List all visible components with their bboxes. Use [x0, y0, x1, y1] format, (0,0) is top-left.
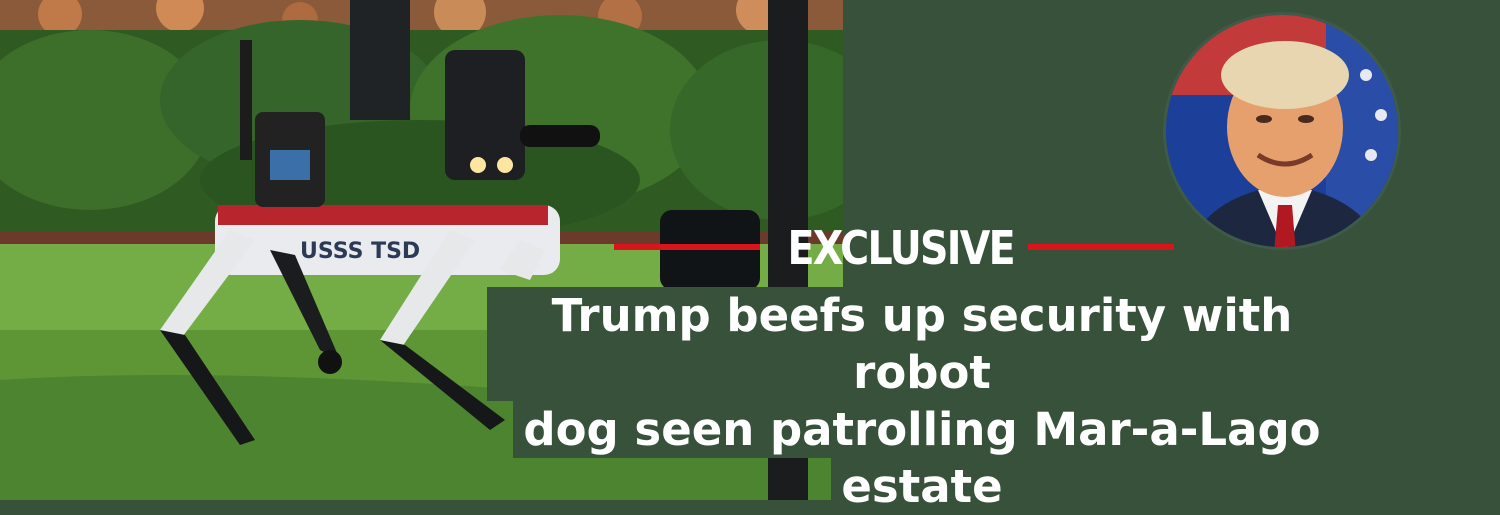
portrait-illustration [1166, 15, 1398, 247]
kicker-label: EXCLUSIVE [787, 221, 1016, 275]
trump-portrait [1163, 12, 1401, 250]
kicker-rule-right [1028, 244, 1174, 250]
headline-line-2: dog seen patrolling Mar-a-Lago [513, 401, 1331, 458]
headline-line-1: Trump beefs up security with robot [487, 287, 1357, 401]
headline: Trump beefs up security with robot dog s… [487, 287, 1357, 515]
kicker-rule-left [614, 244, 760, 250]
headline-line-3: estate [831, 458, 1013, 515]
robot-body-label: USSS TSD [300, 239, 420, 264]
news-banner: USSS TSD EXCLUSIVE Trump beefs up securi… [0, 0, 1500, 515]
